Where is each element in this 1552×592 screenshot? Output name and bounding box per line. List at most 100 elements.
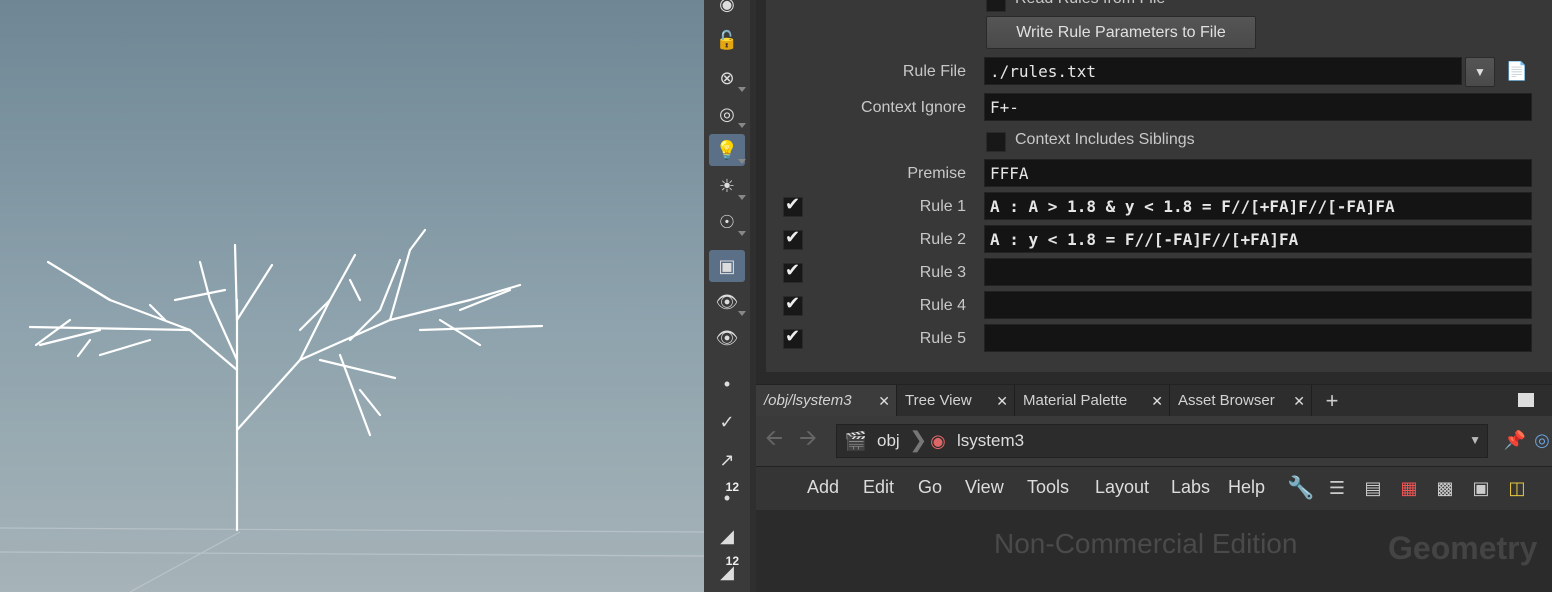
- menu-edit[interactable]: Edit: [863, 477, 894, 498]
- rule-row: ✔ Rule 5: [766, 324, 1552, 354]
- premise-input[interactable]: FFFA: [984, 159, 1532, 187]
- rule-label: Rule 4: [919, 297, 966, 314]
- viewport-toolbar: ◉ 🔓 ⊗ ◎ 💡 ☀ ☉ ▣ 👁 👁 • ✓ ↗ • 12 ◢ ◢ 12: [704, 0, 751, 592]
- rule-input[interactable]: [984, 324, 1532, 352]
- menu-tools[interactable]: Tools: [1027, 477, 1069, 498]
- menu-labs[interactable]: Labs: [1171, 477, 1210, 498]
- rule-enable-checkbox[interactable]: ✔: [783, 194, 803, 217]
- menu-view[interactable]: View: [965, 477, 1004, 498]
- tree-layout-icon[interactable]: ☰: [1322, 473, 1352, 503]
- display-options-icon[interactable]: ◎: [709, 98, 746, 130]
- rule-enable-checkbox[interactable]: ✔: [783, 293, 803, 316]
- pin-icon[interactable]: 📌: [1502, 426, 1528, 454]
- lock-icon[interactable]: 🔓: [709, 24, 745, 56]
- rule-file-dropdown-button[interactable]: ▼: [1465, 57, 1495, 87]
- menu-help[interactable]: Help: [1228, 477, 1265, 498]
- rule-row: ✔ Rule 2 A : y < 1.8 = F//[-FA]F//[+FA]F…: [766, 225, 1552, 255]
- sticky-note-icon[interactable]: ◫: [1502, 473, 1532, 503]
- render-eye-icon[interactable]: 👁: [709, 322, 745, 354]
- add-tab-icon[interactable]: +: [1320, 385, 1344, 417]
- rule-label: Rule 3: [919, 264, 966, 281]
- rule-label: Rule 1: [919, 198, 966, 215]
- rule-row: ✔ Rule 4: [766, 291, 1552, 321]
- menu-add[interactable]: Add: [807, 477, 839, 498]
- rule-file-input[interactable]: ./rules.txt: [984, 57, 1462, 85]
- chevron-down-icon[interactable]: ▼: [1469, 433, 1481, 447]
- geometry-object-icon: ◉: [930, 430, 946, 451]
- non-commercial-watermark: Non-Commercial Edition: [994, 528, 1298, 559]
- read-rules-checkbox[interactable]: [986, 0, 1006, 12]
- light-bulb-icon[interactable]: ☀: [709, 170, 746, 202]
- camera-icon[interactable]: ◉: [709, 0, 745, 20]
- context-ignore-row: Context Ignore F+-: [766, 93, 1552, 123]
- close-icon[interactable]: ✕: [1151, 385, 1163, 417]
- rule-input[interactable]: A : y < 1.8 = F//[-FA]F//[+FA]FA: [984, 225, 1532, 253]
- normals-icon[interactable]: ✓: [709, 406, 745, 438]
- rule-input[interactable]: [984, 258, 1532, 286]
- premise-row: Premise FFFA: [766, 159, 1552, 189]
- context-siblings-checkbox[interactable]: [986, 132, 1006, 152]
- rule-file-label: Rule File: [902, 63, 966, 80]
- rule-label: Rule 5: [919, 330, 966, 347]
- network-context-label: Geometry: [1388, 530, 1538, 566]
- breadcrumb-obj[interactable]: obj: [877, 431, 900, 451]
- shading-cube-icon[interactable]: ▣: [709, 250, 745, 282]
- ghost-light-icon[interactable]: ⊗: [709, 62, 746, 94]
- rule-input[interactable]: [984, 291, 1532, 319]
- maximize-pane-icon[interactable]: [1518, 393, 1534, 407]
- point-light-icon[interactable]: ☉: [709, 206, 746, 238]
- color-palette-icon[interactable]: ▦: [1394, 473, 1424, 503]
- link-icon[interactable]: ◎: [1532, 426, 1552, 454]
- network-editor[interactable]: Non-Commercial Edition Geometry: [756, 510, 1552, 592]
- close-icon[interactable]: ✕: [878, 385, 890, 417]
- lsystem-tree-geometry: [0, 228, 704, 592]
- pane-tab-bar: /obj/lsystem3 ✕ Tree View ✕ Material Pal…: [756, 384, 1552, 417]
- point-numbers-icon[interactable]: • 12: [709, 480, 745, 514]
- tab-material-palette[interactable]: Material Palette ✕: [1015, 385, 1170, 417]
- write-rule-parameters-button[interactable]: Write Rule Parameters to File: [986, 16, 1256, 49]
- rule-enable-checkbox[interactable]: ✔: [783, 227, 803, 250]
- rule-row: ✔ Rule 1 A : A > 1.8 & y < 1.8 = F//[+FA…: [766, 192, 1552, 222]
- read-rules-label: Read Rules from File: [1015, 0, 1165, 8]
- tab-label: Material Palette: [1023, 392, 1128, 409]
- point-display-icon[interactable]: •: [709, 368, 745, 400]
- rule-enable-checkbox[interactable]: ✔: [783, 260, 803, 283]
- obj-context-icon: 🎬: [844, 430, 868, 451]
- rule-label: Rule 2: [919, 231, 966, 248]
- wrench-icon[interactable]: 🔧: [1286, 473, 1316, 503]
- network-menu-bar: Add Edit Go View Tools Layout Labs Help …: [756, 466, 1552, 511]
- parameter-pane: Read Rules from File Write Rule Paramete…: [766, 0, 1552, 372]
- context-ignore-input[interactable]: F+-: [984, 93, 1532, 121]
- chevron-down-icon: ▼: [1474, 65, 1486, 79]
- prim-display-icon[interactable]: ◢: [709, 520, 745, 552]
- tab-label: /obj/lsystem3: [764, 392, 852, 409]
- context-ignore-label: Context Ignore: [861, 99, 966, 116]
- path-breadcrumb[interactable]: 🎬 obj ❯ ◉ lsystem3 ▼: [836, 424, 1488, 458]
- tab-label: Asset Browser: [1178, 392, 1275, 409]
- menu-layout[interactable]: Layout: [1095, 477, 1149, 498]
- premise-label: Premise: [907, 165, 966, 182]
- close-icon[interactable]: ✕: [996, 385, 1008, 417]
- back-arrow-icon[interactable]: 🡨: [760, 425, 788, 454]
- breadcrumb-node[interactable]: lsystem3: [957, 431, 1024, 451]
- visibility-eye-icon[interactable]: 👁: [709, 286, 746, 318]
- scene-viewport[interactable]: [0, 0, 704, 592]
- forward-arrow-icon[interactable]: 🡪: [794, 425, 822, 454]
- headlight-icon[interactable]: 💡: [709, 134, 746, 166]
- rule-file-row: Rule File ./rules.txt ▼ 📄: [766, 57, 1552, 87]
- rule-enable-checkbox[interactable]: ✔: [783, 326, 803, 349]
- prim-numbers-icon[interactable]: ◢ 12: [709, 554, 745, 588]
- rule-row: ✔ Rule 3: [766, 258, 1552, 288]
- list-view-icon[interactable]: ▤: [1358, 473, 1388, 503]
- tab-network-path[interactable]: /obj/lsystem3 ✕: [756, 385, 897, 417]
- grid-view-icon[interactable]: ▩: [1430, 473, 1460, 503]
- tab-asset-browser[interactable]: Asset Browser ✕: [1170, 385, 1312, 417]
- rule-input[interactable]: A : A > 1.8 & y < 1.8 = F//[+FA]F//[-FA]…: [984, 192, 1532, 220]
- close-icon[interactable]: ✕: [1293, 385, 1305, 417]
- tab-tree-view[interactable]: Tree View ✕: [897, 385, 1015, 417]
- network-box-icon[interactable]: ▣: [1466, 473, 1496, 503]
- vector-display-icon[interactable]: ↗: [709, 444, 745, 476]
- tab-label: Tree View: [905, 392, 972, 409]
- file-browse-icon[interactable]: 📄: [1504, 57, 1530, 85]
- menu-go[interactable]: Go: [918, 477, 942, 498]
